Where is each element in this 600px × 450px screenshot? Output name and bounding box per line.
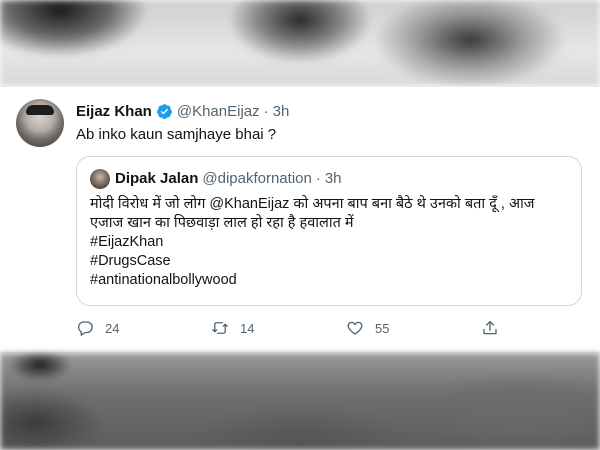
quoted-author-name: Dipak Jalan [115,170,199,187]
like-count: 55 [375,320,390,336]
tweet-text: Ab inko kaun samjhaye bhai ? [76,126,277,143]
quoted-tweet[interactable]: Dipak Jalan @dipakfornation · 3h मोदी वि… [76,156,582,306]
author-handle[interactable]: @KhanEijaz [177,103,260,120]
tweet-actions: 24 14 55 [76,319,506,339]
hashtag[interactable]: #DrugsCase [90,252,574,271]
blurred-background-bottom [0,353,600,450]
quoted-timestamp: 3h [324,170,342,187]
verified-badge-icon [156,103,172,119]
quoted-header: Dipak Jalan @dipakfornation · 3h [115,170,342,187]
separator-dot: · [315,170,321,187]
retweet-button[interactable]: 14 [211,319,254,337]
hashtag[interactable]: #EijazKhan [90,233,574,252]
tweet-header: Eijaz Khan @KhanEijaz · 3h [76,101,289,121]
quoted-avatar [90,169,110,189]
timestamp[interactable]: 3h [273,103,290,120]
reply-icon [77,321,93,336]
share-icon [483,320,497,335]
heart-icon [347,321,363,335]
share-button[interactable] [481,319,510,337]
quoted-text: मोदी विरोध में जो लोग @KhanEijaz को अपना… [90,195,574,290]
reply-button[interactable]: 24 [76,319,119,337]
quoted-text-line: एजाज खान का पिछवाड़ा लाल हो रहा है हवाला… [90,215,354,231]
avatar[interactable] [16,99,64,147]
hashtag[interactable]: #antinationalbollywood [90,271,574,290]
quoted-text-line: मोदी विरोध में जो लोग @KhanEijaz को अपना… [90,196,535,212]
like-button[interactable]: 55 [346,319,389,337]
retweet-count: 14 [240,320,255,336]
blurred-background-top [0,0,600,86]
separator-dot: · [263,102,269,120]
tweet-card[interactable]: Eijaz Khan @KhanEijaz · 3h Ab inko kaun … [0,87,600,352]
author-name[interactable]: Eijaz Khan [76,103,152,120]
quoted-author-handle: @dipakfornation [202,170,312,187]
reply-count: 24 [105,320,120,336]
retweet-icon [212,322,228,334]
